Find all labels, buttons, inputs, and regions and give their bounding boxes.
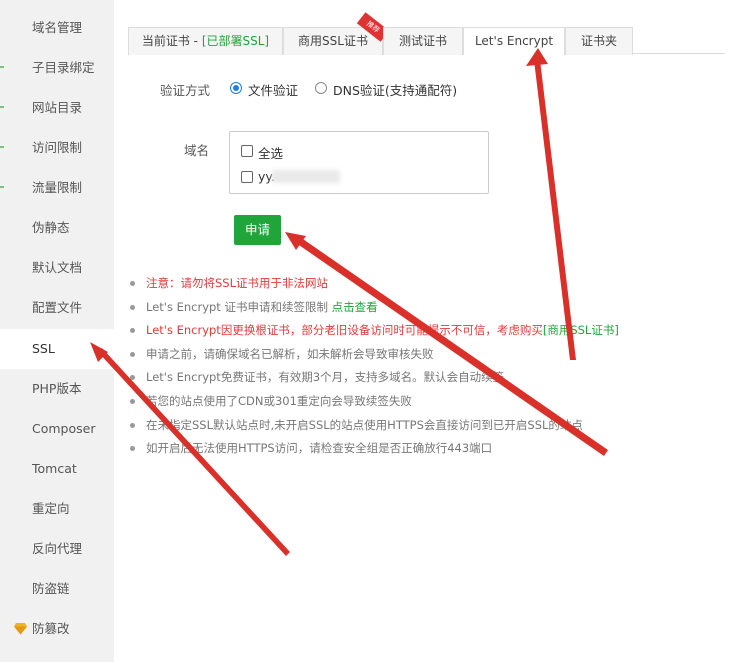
sidebar-item-label: 防篡改	[32, 621, 70, 636]
note-text: 注意：请勿将SSL证书用于非法网站	[146, 276, 329, 290]
sidebar-item-tomcat[interactable]: Tomcat	[0, 449, 114, 489]
commercial-ssl-link[interactable]: [商用SSL证书]	[543, 323, 619, 337]
file-verify-radio[interactable]	[230, 82, 242, 94]
sidebar-item-label: 流量限制	[32, 180, 83, 195]
redacted-domain	[272, 170, 340, 183]
diamond-icon	[14, 623, 27, 635]
sidebar-item-site-directory[interactable]: 网站目录	[0, 88, 114, 128]
dns-verify-radio[interactable]	[315, 82, 327, 94]
list-item: Let's Encrypt因更换根证书，部分老旧设备访问时可能提示不可信，考虑购…	[128, 320, 728, 344]
tab-label: 商用SSL证书	[298, 34, 368, 48]
sidebar-item-php-version[interactable]: PHP版本	[0, 369, 114, 409]
sidebar-item-ssl[interactable]: SSL	[0, 329, 114, 369]
edge-mark	[0, 186, 4, 188]
select-all-checkbox[interactable]	[241, 145, 253, 157]
tab-test-certificate[interactable]: 测试证书	[383, 27, 463, 55]
list-item: Let's Encrypt 证书申请和续签限制 点击查看	[128, 297, 728, 321]
sidebar-item-config-file[interactable]: 配置文件	[0, 288, 114, 328]
select-all-label[interactable]: 全选	[258, 143, 283, 162]
sidebar-item-label: 重定向	[32, 501, 70, 516]
list-item: 若您的站点使用了CDN或301重定向会导致续签失败	[128, 391, 728, 415]
sidebar-item-access-limit[interactable]: 访问限制	[0, 128, 114, 168]
verify-method-label: 验证方式	[160, 83, 211, 98]
edge-mark	[0, 66, 4, 68]
sidebar-item-label: 子目录绑定	[32, 60, 95, 75]
sidebar-item-label: Tomcat	[32, 461, 77, 476]
sidebar-item-label: 访问限制	[32, 140, 83, 155]
file-verify-label[interactable]: 文件验证	[248, 80, 298, 99]
sidebar-item-composer[interactable]: Composer	[0, 409, 114, 449]
note-text: 申请之前，请确保域名已解析，如未解析会导致审核失败	[146, 346, 434, 361]
note-text: 如开启后无法使用HTTPS访问，请检查安全组是否正确放行443端口	[146, 441, 493, 456]
sidebar-item-hotlink-protection[interactable]: 防盗链	[0, 569, 114, 609]
sidebar-item-reverse-proxy[interactable]: 反向代理	[0, 529, 114, 569]
tab-commercial-ssl[interactable]: 商用SSL证书 推荐	[283, 12, 390, 55]
sidebar-item-label: 配置文件	[32, 300, 83, 315]
sidebar-item-default-document[interactable]: 默认文档	[0, 248, 114, 288]
note-text: Let's Encrypt 证书申请和续签限制	[146, 299, 332, 314]
list-item: 注意：请勿将SSL证书用于非法网站	[128, 273, 728, 297]
apply-button[interactable]: 申请	[234, 215, 281, 245]
sidebar: 域名管理 子目录绑定 网站目录 访问限制 流量限制 伪静态 默认文档 配置文件 …	[0, 0, 114, 662]
sidebar-item-label: PHP版本	[32, 381, 82, 396]
edge-mark	[0, 106, 4, 108]
tab-label: 证书夹	[580, 34, 617, 48]
annotation-arrowhead	[285, 232, 306, 250]
domain-checkbox[interactable]	[241, 171, 253, 183]
note-text: Let's Encrypt免费证书，有效期3个月，支持多域名。默认会自动续签	[146, 370, 505, 385]
note-text: 若您的站点使用了CDN或301重定向会导致续签失败	[146, 393, 412, 408]
ssl-tab-bar: 当前证书 - [已部署SSL] 商用SSL证书 推荐 测试证书 Let's Enc…	[128, 12, 725, 55]
dns-verify-label[interactable]: DNS验证(支持通配符)	[333, 80, 457, 99]
tab-certificate-folder[interactable]: 证书夹	[565, 27, 633, 55]
sidebar-item-label: 默认文档	[32, 260, 83, 275]
tab-current-certificate[interactable]: 当前证书 - [已部署SSL]	[128, 27, 283, 55]
list-item: 在未指定SSL默认站点时,未开启SSL的站点使用HTTPS会直接访问到已开启SS…	[128, 415, 728, 439]
tab-label: Let's Encrypt	[474, 34, 554, 48]
tab-lets-encrypt[interactable]: Let's Encrypt	[463, 27, 565, 55]
view-limits-link[interactable]: 点击查看	[332, 300, 378, 314]
sidebar-item-rewrite[interactable]: 伪静态	[0, 208, 114, 248]
sidebar-item-label: 反向代理	[32, 541, 83, 556]
sidebar-item-label: 伪静态	[32, 220, 70, 235]
sidebar-item-label: 域名管理	[32, 20, 83, 35]
sidebar-item-tamper-proof[interactable]: 防篡改	[0, 609, 114, 649]
domain-label: 域名	[184, 143, 210, 158]
list-item: 申请之前，请确保域名已解析，如未解析会导致审核失败	[128, 344, 728, 368]
list-item: 如开启后无法使用HTTPS访问，请检查安全组是否正确放行443端口	[128, 438, 728, 462]
sidebar-item-label: 防盗链	[32, 581, 70, 596]
sidebar-item-subdirectory-binding[interactable]: 子目录绑定	[0, 48, 114, 88]
list-item: Let's Encrypt免费证书，有效期3个月，支持多域名。默认会自动续签	[128, 367, 728, 391]
note-text: 在未指定SSL默认站点时,未开启SSL的站点使用HTTPS会直接访问到已开启SS…	[146, 417, 583, 432]
note-text: Let's Encrypt因更换根证书，部分老旧设备访问时可能提示不可信，考虑购…	[146, 323, 543, 338]
sidebar-item-traffic-limit[interactable]: 流量限制	[0, 168, 114, 208]
notes-list: 注意：请勿将SSL证书用于非法网站 Let's Encrypt 证书申请和续签限…	[128, 273, 728, 462]
domain-list-box	[229, 131, 489, 194]
sidebar-item-label: Composer	[32, 421, 96, 436]
sidebar-item-domain-management[interactable]: 域名管理	[0, 8, 114, 48]
tab-label: 当前证书 -	[141, 34, 202, 48]
sidebar-item-label: 网站目录	[32, 100, 83, 115]
tab-label: 测试证书	[398, 34, 447, 48]
sidebar-item-label: SSL	[32, 341, 55, 356]
edge-mark	[0, 146, 4, 148]
sidebar-item-redirect[interactable]: 重定向	[0, 489, 114, 529]
ssl-status-label: [已部署SSL]	[201, 34, 270, 48]
